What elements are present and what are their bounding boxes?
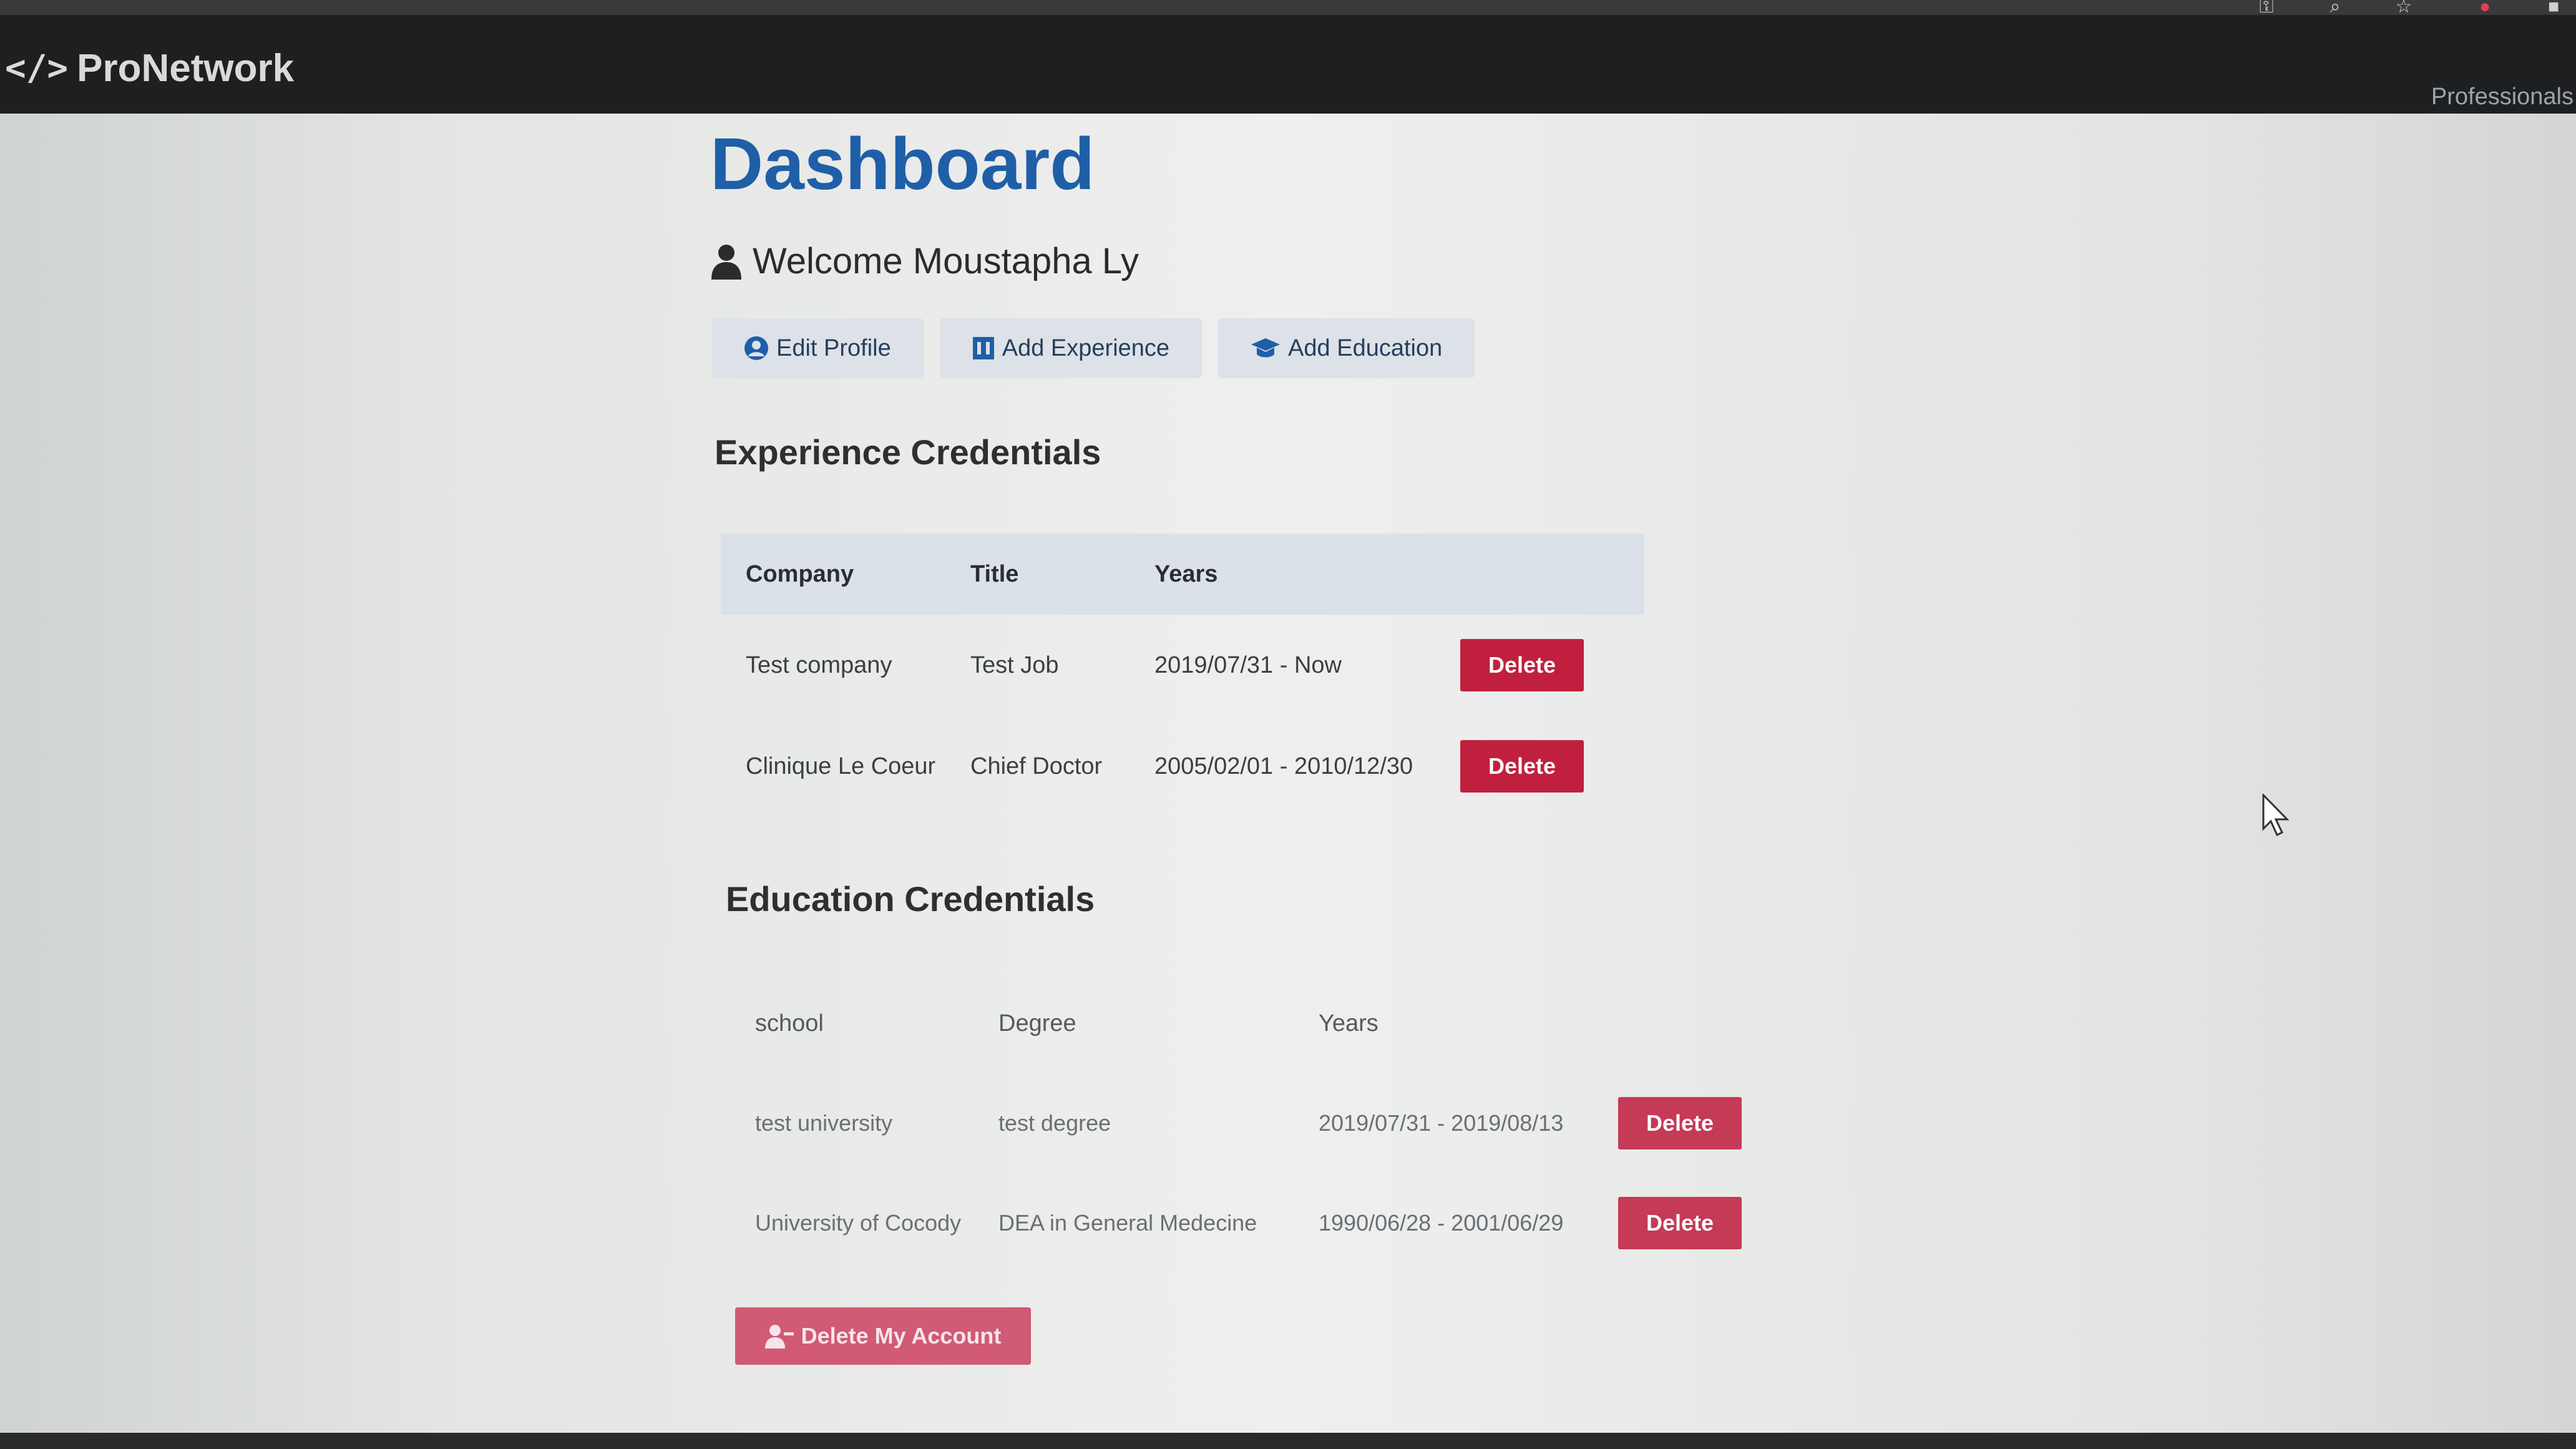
dashboard-actions: Edit Profile Add Experience Add Educatio…: [711, 318, 1475, 378]
brand-link[interactable]: </> ProNetwork: [5, 40, 294, 96]
browser-toolbar-strip: ⚿ ⌕ ☆ ● ■: [0, 0, 2576, 17]
column-header: school: [755, 1010, 824, 1037]
column-header: Years: [1319, 1010, 1378, 1037]
column-header: Title: [970, 560, 1019, 587]
screen-bezel: [0, 1433, 2576, 1449]
education-section-title: Education Credentials: [726, 879, 1095, 919]
delete-experience-button[interactable]: Delete: [1460, 740, 1584, 793]
edit-profile-label: Edit Profile: [776, 334, 891, 361]
table-row: Clinique Le Coeur Chief Doctor 2005/02/0…: [721, 716, 1644, 817]
company-cell: Test company: [746, 651, 892, 678]
page-title: Dashboard: [710, 123, 1095, 205]
add-experience-label: Add Experience: [1002, 334, 1170, 361]
title-cell: Chief Doctor: [970, 753, 1103, 779]
years-cell: 2019/07/31 - 2019/08/13: [1319, 1110, 1564, 1136]
education-table: school Degree Years test university test…: [730, 973, 1778, 1273]
table-header: Company Title Years: [721, 534, 1644, 615]
title-cell: Test Job: [970, 651, 1059, 678]
user-minus-icon: [764, 1325, 794, 1349]
welcome-message: Welcome Moustapha Ly: [710, 240, 1139, 282]
brand-name: ProNetwork: [77, 46, 295, 90]
table-header: school Degree Years: [730, 973, 1778, 1073]
degree-cell: DEA in General Medecine: [998, 1210, 1257, 1236]
experience-table: Company Title Years Test company Test Jo…: [721, 534, 1644, 817]
delete-account-label: Delete My Account: [801, 1323, 1002, 1349]
code-icon: </>: [5, 47, 69, 89]
top-navbar: </> ProNetwork Professionals: [0, 15, 2576, 114]
column-header: Degree: [998, 1010, 1076, 1037]
add-education-label: Add Education: [1288, 334, 1443, 361]
graduation-cap-icon: [1251, 338, 1281, 358]
table-row: Test company Test Job 2019/07/31 - Now D…: [721, 615, 1644, 716]
column-header: Years: [1154, 560, 1218, 587]
company-cell: Clinique Le Coeur: [746, 753, 936, 779]
user-circle-icon: [744, 336, 768, 360]
add-experience-button[interactable]: Add Experience: [939, 318, 1203, 378]
edit-profile-button[interactable]: Edit Profile: [711, 318, 924, 378]
school-cell: test university: [755, 1110, 893, 1136]
user-icon: [711, 244, 741, 280]
welcome-text: Welcome Moustapha Ly: [753, 241, 1139, 281]
table-row: test university test degree 2019/07/31 -…: [730, 1073, 1778, 1173]
delete-education-button[interactable]: Delete: [1618, 1197, 1742, 1249]
years-cell: 2005/02/01 - 2010/12/30: [1154, 753, 1413, 779]
delete-education-button[interactable]: Delete: [1618, 1097, 1742, 1149]
column-header: Company: [746, 560, 854, 587]
years-cell: 1990/06/28 - 2001/06/29: [1319, 1210, 1564, 1236]
delete-account-button[interactable]: Delete My Account: [735, 1307, 1031, 1365]
school-cell: University of Cocody: [755, 1210, 962, 1236]
experience-section-title: Experience Credentials: [715, 432, 1101, 472]
add-education-button[interactable]: Add Education: [1218, 318, 1475, 378]
table-row: University of Cocody DEA in General Mede…: [730, 1173, 1778, 1273]
nav-link-professionals[interactable]: Professionals: [2431, 84, 2574, 110]
degree-cell: test degree: [998, 1110, 1111, 1136]
years-cell: 2019/07/31 - Now: [1154, 651, 1342, 678]
mouse-pointer-icon: [2262, 794, 2290, 837]
briefcase-icon: [972, 337, 994, 359]
delete-experience-button[interactable]: Delete: [1460, 639, 1584, 691]
